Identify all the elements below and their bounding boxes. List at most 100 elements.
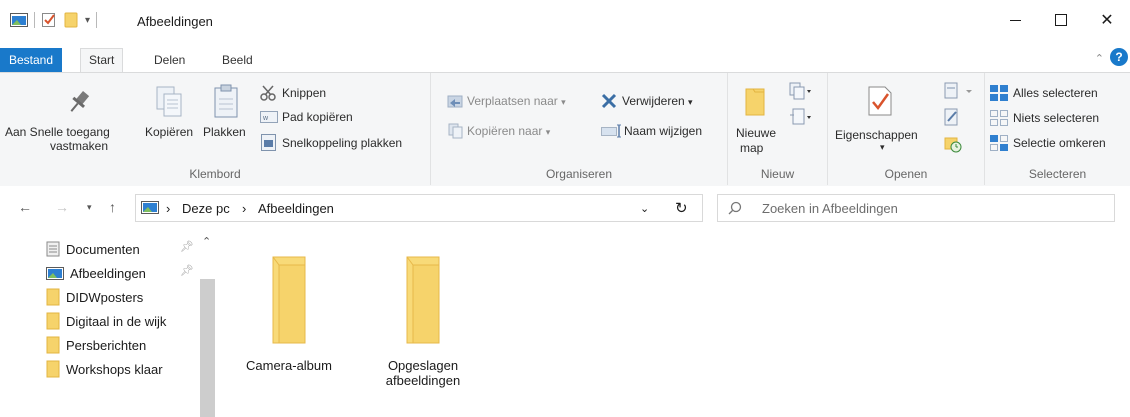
nav-item-pictures[interactable]: Afbeeldingen (46, 262, 146, 284)
up-arrow-icon[interactable]: ↑ (109, 199, 116, 215)
breadcrumb-this-pc[interactable]: Deze pc (182, 201, 230, 216)
copy-to-chevron-icon: ▾ (545, 127, 551, 137)
copy-to-label: Kopiëren naar ▾ (467, 124, 550, 138)
copy-to-text: Kopiëren naar (467, 124, 543, 138)
collapse-ribbon-icon[interactable]: ⌃ (1095, 52, 1104, 65)
help-icon[interactable]: ? (1110, 48, 1128, 66)
pin-icon[interactable]: 📌︎ (180, 264, 194, 277)
nav-item-didwposters[interactable]: DIDWposters (46, 286, 143, 308)
move-to-text: Verplaatsen naar (467, 94, 558, 108)
refresh-icon[interactable]: ↻ (675, 199, 688, 217)
edit-icon[interactable] (944, 108, 960, 126)
title-bar: ▾ Afbeeldingen ✕ (0, 0, 1130, 46)
tab-view[interactable]: Beeld (214, 49, 261, 71)
paste-shortcut-label: Snelkoppeling plakken (282, 136, 403, 150)
new-group-label: Nieuw (760, 167, 795, 181)
history-icon[interactable] (944, 135, 962, 153)
folder-tile-camera-album[interactable]: Camera-album (244, 255, 334, 373)
delete-label: Verwijderen ▾ (622, 94, 693, 108)
new-group: Nieuwe map Nieuw (728, 73, 828, 185)
new-folder-icon (745, 88, 765, 116)
copy-path-icon: w (260, 111, 278, 123)
invert-selection-icon (990, 135, 1008, 151)
customize-qat-chevron-icon[interactable]: ▾ (85, 15, 90, 26)
navigation-pane: Documenten Afbeeldingen DIDWposters Digi… (0, 232, 215, 417)
move-to-chevron-icon: ▾ (561, 97, 566, 107)
delete-text: Verwijderen (622, 94, 685, 108)
minimize-button[interactable] (992, 0, 1038, 40)
move-to-icon (447, 95, 463, 108)
folder-icon (46, 312, 60, 330)
folder-label-line-2: afbeeldingen (385, 373, 461, 388)
new-item-icon[interactable] (788, 81, 812, 101)
clipboard-group-label: Klembord (189, 167, 241, 181)
clipboard-group: Aan Snelle toegang vastmaken Kopiëren Pl… (0, 73, 431, 185)
open-icon[interactable] (944, 82, 974, 100)
copy-label: Kopiëren (145, 125, 194, 139)
nav-item-persberichten[interactable]: Persberichten (46, 334, 146, 356)
maximize-button[interactable] (1038, 0, 1084, 40)
folder-label: Opgeslagen (387, 358, 459, 373)
address-history-chevron-icon[interactable]: ⌄ (640, 202, 649, 215)
recent-locations-chevron-icon[interactable]: ▾ (87, 202, 92, 213)
open-group: Eigenschappen ▾ Openen (828, 73, 985, 185)
tab-share[interactable]: Delen (146, 49, 193, 71)
forward-arrow-icon[interactable]: → (55, 199, 69, 215)
select-all-label: Alles selecteren (1013, 86, 1098, 100)
nav-item-label: Digitaal in de wijk (66, 313, 167, 329)
pin-icon[interactable]: 📌︎ (180, 240, 194, 253)
documents-icon (46, 241, 60, 257)
address-bar[interactable]: › Deze pc › Afbeeldingen ⌄ ↻ (135, 194, 703, 222)
properties-qat-icon[interactable] (41, 12, 57, 28)
invert-selection-label: Selectie omkeren (1013, 136, 1106, 150)
copy-icon (156, 86, 182, 117)
nav-item-digitaal-in-de-wijk[interactable]: Digitaal in de wijk (46, 310, 166, 332)
nav-item-workshops-klaar[interactable]: Workshops klaar (46, 358, 163, 380)
maximize-icon (1055, 14, 1067, 26)
folder-large-icon (406, 256, 440, 344)
nav-item-label: Persberichten (66, 337, 147, 353)
folder-icon (46, 288, 60, 306)
copy-to-icon (448, 123, 463, 139)
select-group: Alles selecteren Niets selecteren Select… (985, 73, 1130, 185)
move-to-label: Verplaatsen naar ▾ (467, 94, 566, 108)
delete-x-icon (601, 93, 617, 109)
back-arrow-icon[interactable]: ← (18, 199, 32, 215)
ribbon-tabs: Bestand Start Delen Beeld (0, 46, 1130, 73)
ribbon: Aan Snelle toegang vastmaken Kopiëren Pl… (0, 72, 1130, 187)
nav-item-label: Afbeeldingen (70, 265, 146, 281)
properties-icon (868, 86, 892, 116)
select-group-label: Selecteren (1028, 167, 1087, 181)
folder-icon (46, 336, 60, 354)
toolbar-separator (96, 12, 98, 28)
tab-start[interactable]: Start (80, 48, 124, 73)
breadcrumb-separator: › (166, 201, 171, 216)
rename-icon (601, 124, 621, 138)
new-folder-qat-icon[interactable] (63, 12, 79, 28)
tab-file[interactable]: Bestand (0, 48, 63, 72)
search-icon (728, 201, 742, 215)
copy-path-label: Pad kopiëren (282, 110, 353, 124)
quick-access-toolbar: ▾ (10, 12, 98, 28)
breadcrumb-pictures[interactable]: Afbeeldingen (258, 201, 334, 216)
easy-access-icon[interactable] (788, 107, 812, 127)
nav-item-documents[interactable]: Documenten (46, 238, 140, 260)
close-button[interactable]: ✕ (1084, 0, 1130, 40)
breadcrumb-separator: › (242, 201, 247, 216)
paste-icon (214, 84, 238, 118)
cut-label: Knippen (282, 86, 327, 100)
window-title: Afbeeldingen (137, 14, 213, 29)
search-input[interactable]: Zoeken in Afbeeldingen (762, 201, 898, 216)
folder-icon (46, 360, 60, 378)
explorer-window-icon[interactable] (10, 13, 28, 27)
folder-tile-saved-pictures[interactable]: Opgeslagen afbeeldingen (373, 255, 473, 388)
svg-text:w: w (262, 115, 269, 122)
scroll-up-arrow-icon[interactable]: ⌃ (202, 235, 211, 248)
properties-chevron-icon: ▾ (880, 142, 885, 152)
select-none-icon (990, 110, 1008, 126)
scrollbar-thumb[interactable] (200, 279, 215, 417)
search-box[interactable]: Zoeken in Afbeeldingen (717, 194, 1115, 222)
select-all-icon (990, 85, 1008, 101)
nav-item-label: DIDWposters (66, 289, 144, 305)
pin-icon (70, 91, 90, 112)
